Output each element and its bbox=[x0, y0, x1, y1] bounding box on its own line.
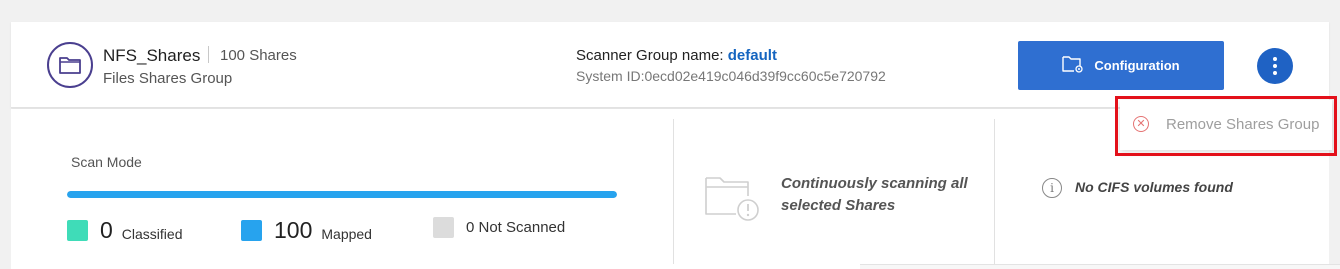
info-icon: i bbox=[1042, 178, 1062, 198]
bottom-edge bbox=[860, 264, 1340, 269]
configuration-button[interactable]: Configuration bbox=[1018, 41, 1224, 90]
title-divider bbox=[208, 46, 209, 63]
mapped-label: Mapped bbox=[321, 225, 372, 242]
folder-gear-icon bbox=[1062, 55, 1084, 76]
shares-group-header: NFS_Shares 100 Shares Files Shares Group… bbox=[11, 22, 1329, 108]
remove-shares-group-menu-item[interactable]: ✕ Remove Shares Group bbox=[1120, 100, 1332, 150]
classified-swatch bbox=[67, 220, 88, 241]
scan-progress-fill bbox=[67, 191, 617, 198]
no-cifs-message: No CIFS volumes found bbox=[1075, 179, 1233, 195]
mapped-swatch bbox=[241, 220, 262, 241]
group-subtitle: Files Shares Group bbox=[103, 70, 233, 87]
not-scanned-label: 0 Not Scanned bbox=[466, 219, 566, 236]
close-circle-icon: ✕ bbox=[1133, 116, 1149, 132]
legend-classified: 0 Classified bbox=[67, 217, 183, 244]
scan-mode-label: Scan Mode bbox=[71, 154, 142, 170]
mapped-count: 100 bbox=[274, 217, 313, 243]
classified-label: Classified bbox=[121, 225, 183, 242]
group-name: NFS_Shares bbox=[103, 46, 201, 65]
column-divider bbox=[673, 119, 674, 264]
legend-not-scanned: 0 Not Scanned bbox=[433, 217, 565, 238]
remove-shares-group-label: Remove Shares Group bbox=[1166, 116, 1320, 133]
configuration-label: Configuration bbox=[1094, 58, 1180, 73]
folder-icon bbox=[47, 42, 93, 88]
share-count: 100 Shares bbox=[220, 47, 297, 64]
scanner-group-key: Scanner Group name: bbox=[576, 47, 724, 64]
actions-dropdown-menu: ✕ Remove Shares Group bbox=[1120, 100, 1332, 150]
classified-count: 0 bbox=[100, 217, 113, 243]
scanner-group-value: default bbox=[727, 47, 777, 64]
scan-progress-bar bbox=[67, 191, 617, 198]
kebab-menu-icon[interactable] bbox=[1257, 48, 1293, 84]
system-id: System ID:0ecd02e419c046d39f9cc60c5e7207… bbox=[576, 68, 886, 84]
continuous-scan-message: Continuously scanning all selected Share… bbox=[781, 175, 968, 214]
not-scanned-swatch bbox=[433, 217, 454, 238]
legend-mapped: 100 Mapped bbox=[241, 217, 372, 244]
column-divider bbox=[994, 119, 995, 264]
scanner-group-label: Scanner Group name: default bbox=[576, 47, 777, 64]
folder-warning-icon bbox=[704, 174, 762, 227]
